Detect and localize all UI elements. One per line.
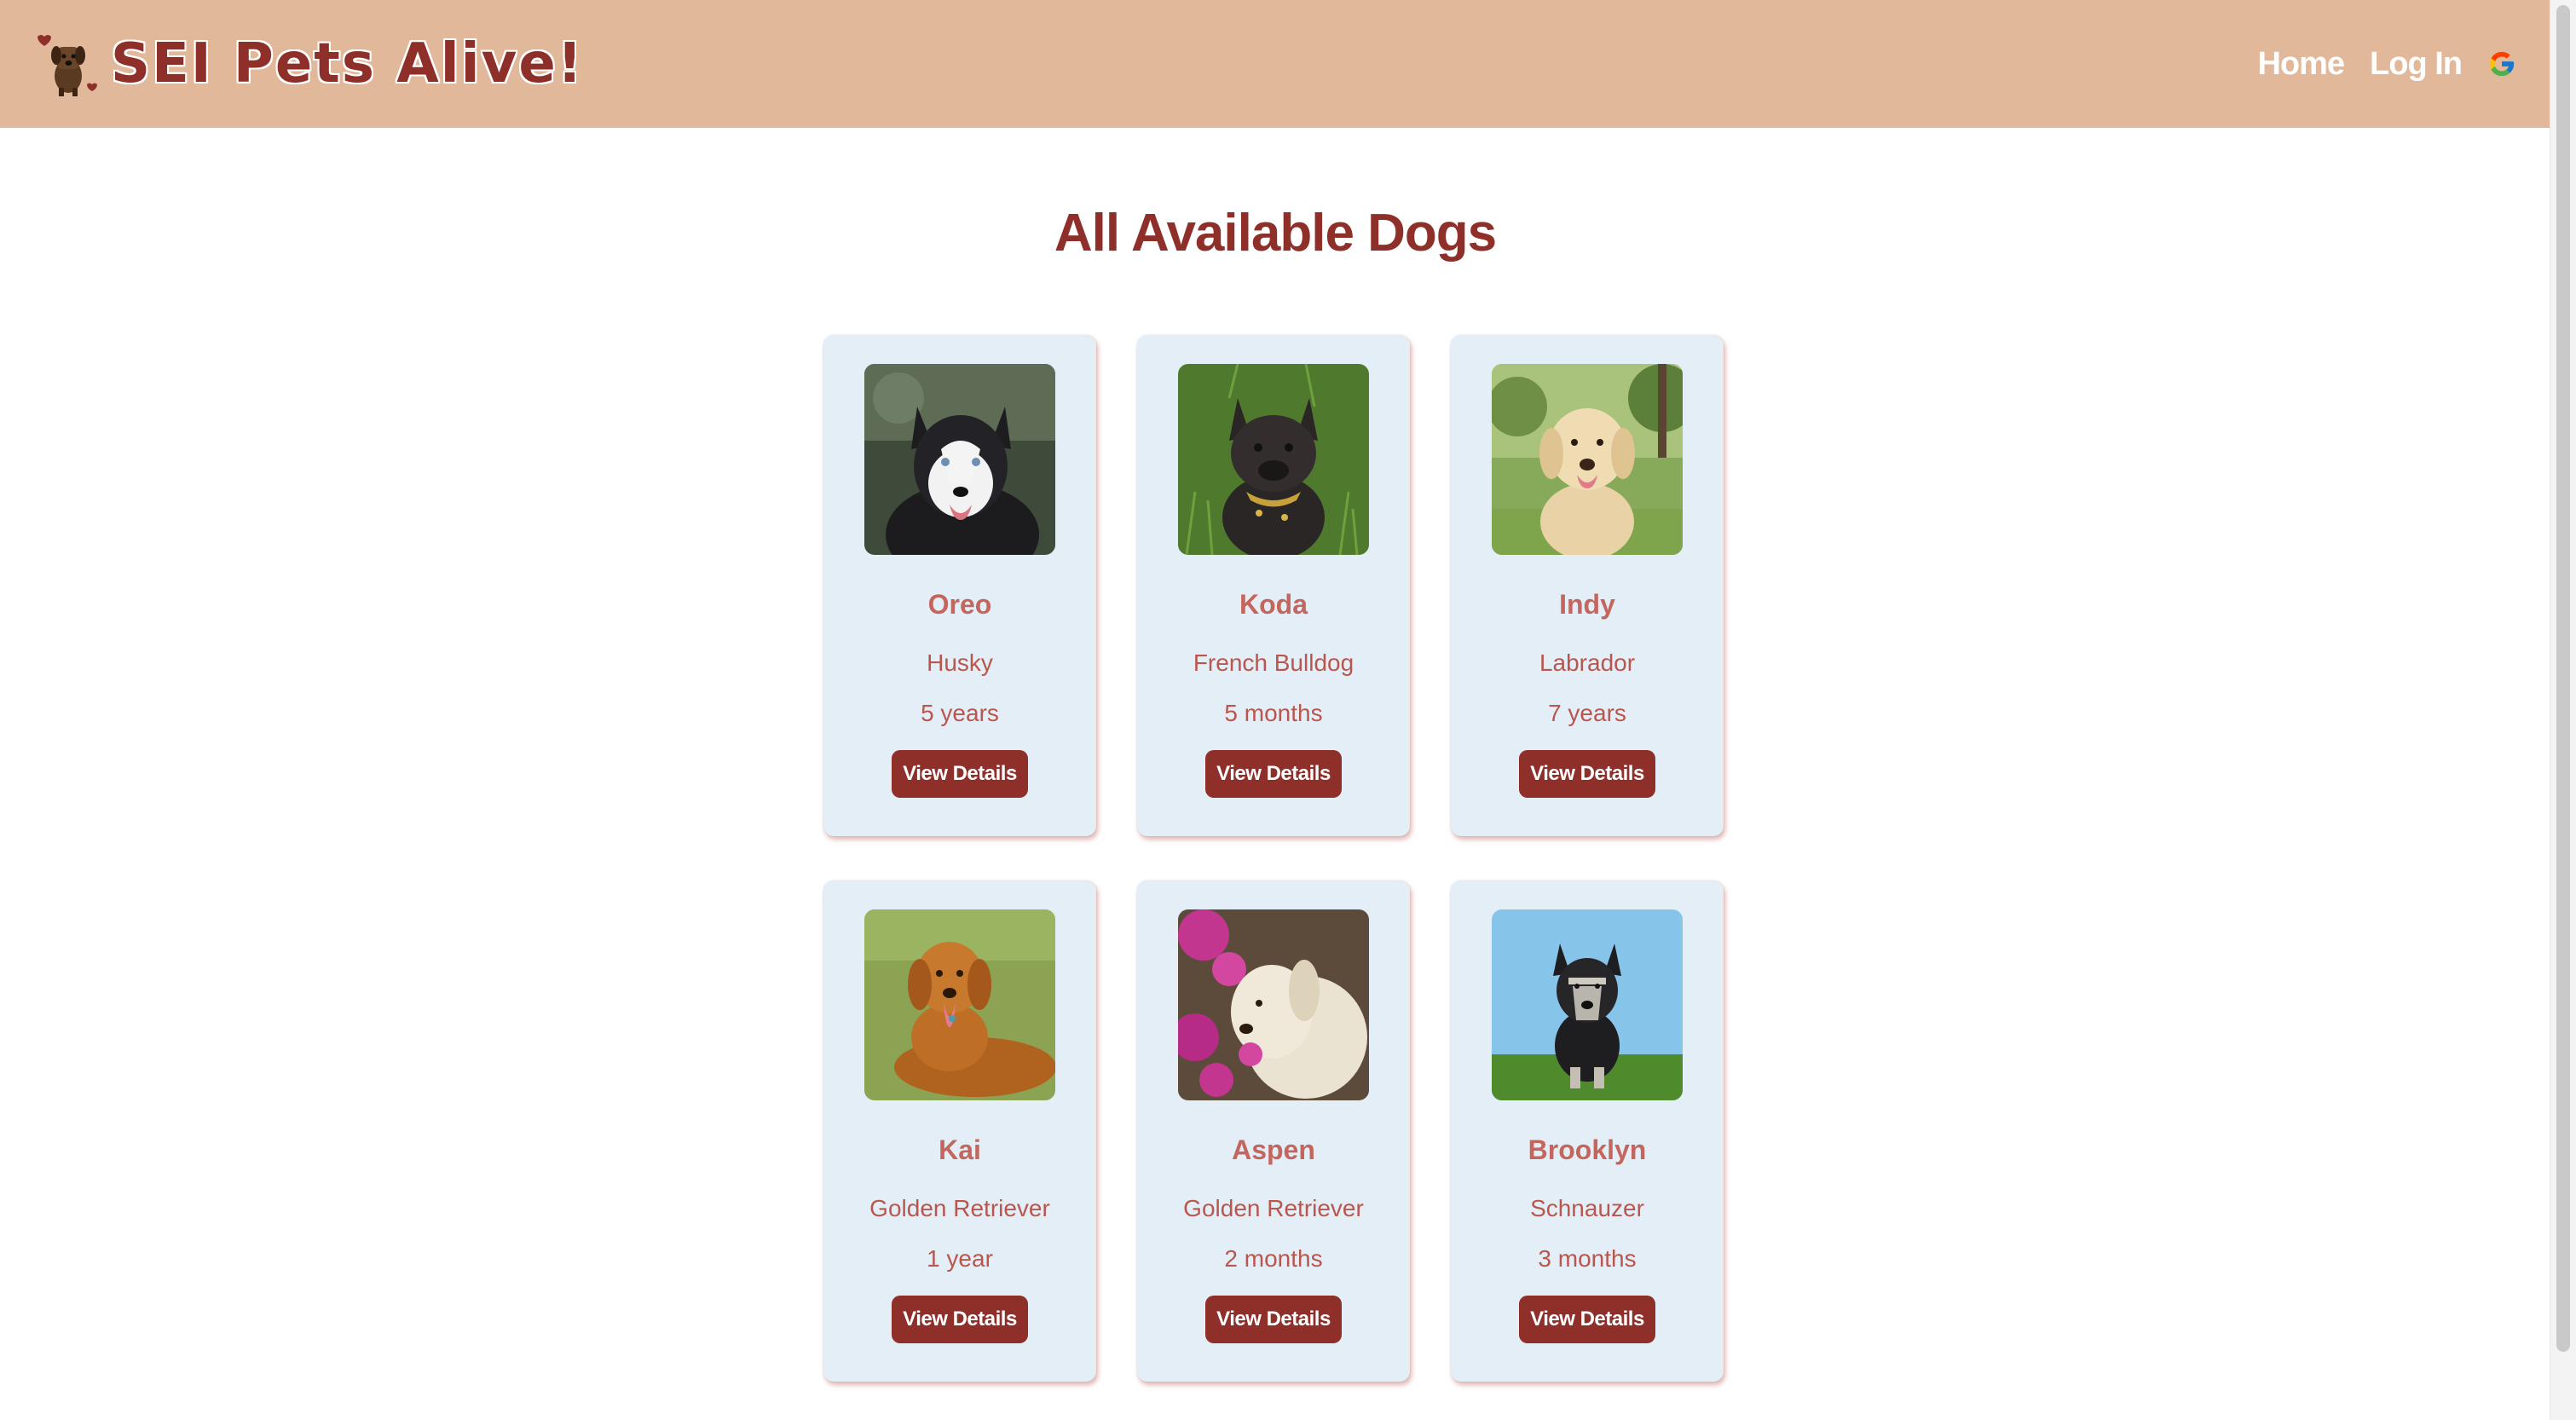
dog-card: Kai Golden Retriever 1 year View Details: [823, 880, 1096, 1382]
dog-card: Koda French Bulldog 5 months View Detail…: [1137, 335, 1410, 836]
dog-name: Aspen: [1232, 1134, 1315, 1165]
french-bulldog-photo[interactable]: [1178, 364, 1369, 555]
view-details-button[interactable]: View Details: [892, 750, 1028, 798]
view-details-button[interactable]: View Details: [1205, 1296, 1342, 1343]
golden-retriever-photo[interactable]: [864, 909, 1055, 1100]
dog-breed: French Bulldog: [1193, 649, 1354, 676]
schnauzer-image: [1492, 909, 1683, 1100]
dog-card: Brooklyn Schnauzer 3 months View Details: [1451, 880, 1724, 1382]
husky-image: [864, 364, 1055, 555]
vertical-scrollbar[interactable]: [2550, 0, 2576, 1420]
dog-breed: Golden Retriever: [1183, 1195, 1364, 1221]
dog-age: 7 years: [1548, 700, 1626, 726]
dog-age: 5 months: [1224, 700, 1323, 726]
dog-age: 5 years: [921, 700, 999, 726]
dog-age: 3 months: [1538, 1245, 1637, 1272]
navbar: SEI Pets Alive! Home Log In: [0, 0, 2550, 128]
scrollbar-thumb[interactable]: [2556, 5, 2570, 1352]
nav-home-link[interactable]: Home: [2257, 46, 2345, 83]
view-details-button[interactable]: View Details: [1519, 1296, 1655, 1343]
dog-breed: Golden Retriever: [869, 1195, 1050, 1221]
labrador-image: [1492, 364, 1683, 555]
brand-title: SEI Pets Alive!: [111, 32, 584, 95]
dog-logo-icon: [38, 35, 97, 96]
labrador-photo[interactable]: [1492, 364, 1683, 555]
dog-card: Aspen Golden Retriever 2 months View Det…: [1137, 880, 1410, 1382]
husky-photo[interactable]: [864, 364, 1055, 555]
nav-login-link[interactable]: Log In: [2370, 46, 2463, 83]
dog-card: Oreo Husky 5 years View Details: [823, 335, 1096, 836]
view-details-button[interactable]: View Details: [1205, 750, 1342, 798]
schnauzer-photo[interactable]: [1492, 909, 1683, 1100]
page: SEI Pets Alive! Home Log In All Availabl…: [0, 0, 2550, 1420]
dog-card: Indy Labrador 7 years View Details: [1451, 335, 1724, 836]
page-title: All Available Dogs: [1054, 204, 1497, 263]
dog-name: Kai: [939, 1134, 981, 1165]
french-bulldog-image: [1178, 364, 1369, 555]
brand-link[interactable]: SEI Pets Alive!: [31, 28, 584, 100]
nav-links: Home Log In: [2257, 46, 2516, 83]
dog-name: Indy: [1559, 589, 1615, 620]
dog-age: 1 year: [927, 1245, 993, 1272]
dog-breed: Schnauzer: [1530, 1195, 1644, 1221]
google-icon[interactable]: [2487, 49, 2516, 78]
dog-grid: Oreo Husky 5 years View Details Koda Fre…: [823, 335, 1727, 1382]
dog-breed: Husky: [927, 649, 993, 676]
view-details-button[interactable]: View Details: [1519, 750, 1655, 798]
dog-breed: Labrador: [1539, 649, 1636, 676]
golden-retriever-puppy-image: [1178, 909, 1369, 1100]
view-details-button[interactable]: View Details: [892, 1296, 1028, 1343]
golden-retriever-image: [864, 909, 1055, 1100]
dog-name: Brooklyn: [1528, 1134, 1647, 1165]
golden-retriever-puppy-photo[interactable]: [1178, 909, 1369, 1100]
dog-age: 2 months: [1224, 1245, 1323, 1272]
dog-name: Koda: [1239, 589, 1308, 620]
dog-name: Oreo: [927, 589, 992, 620]
